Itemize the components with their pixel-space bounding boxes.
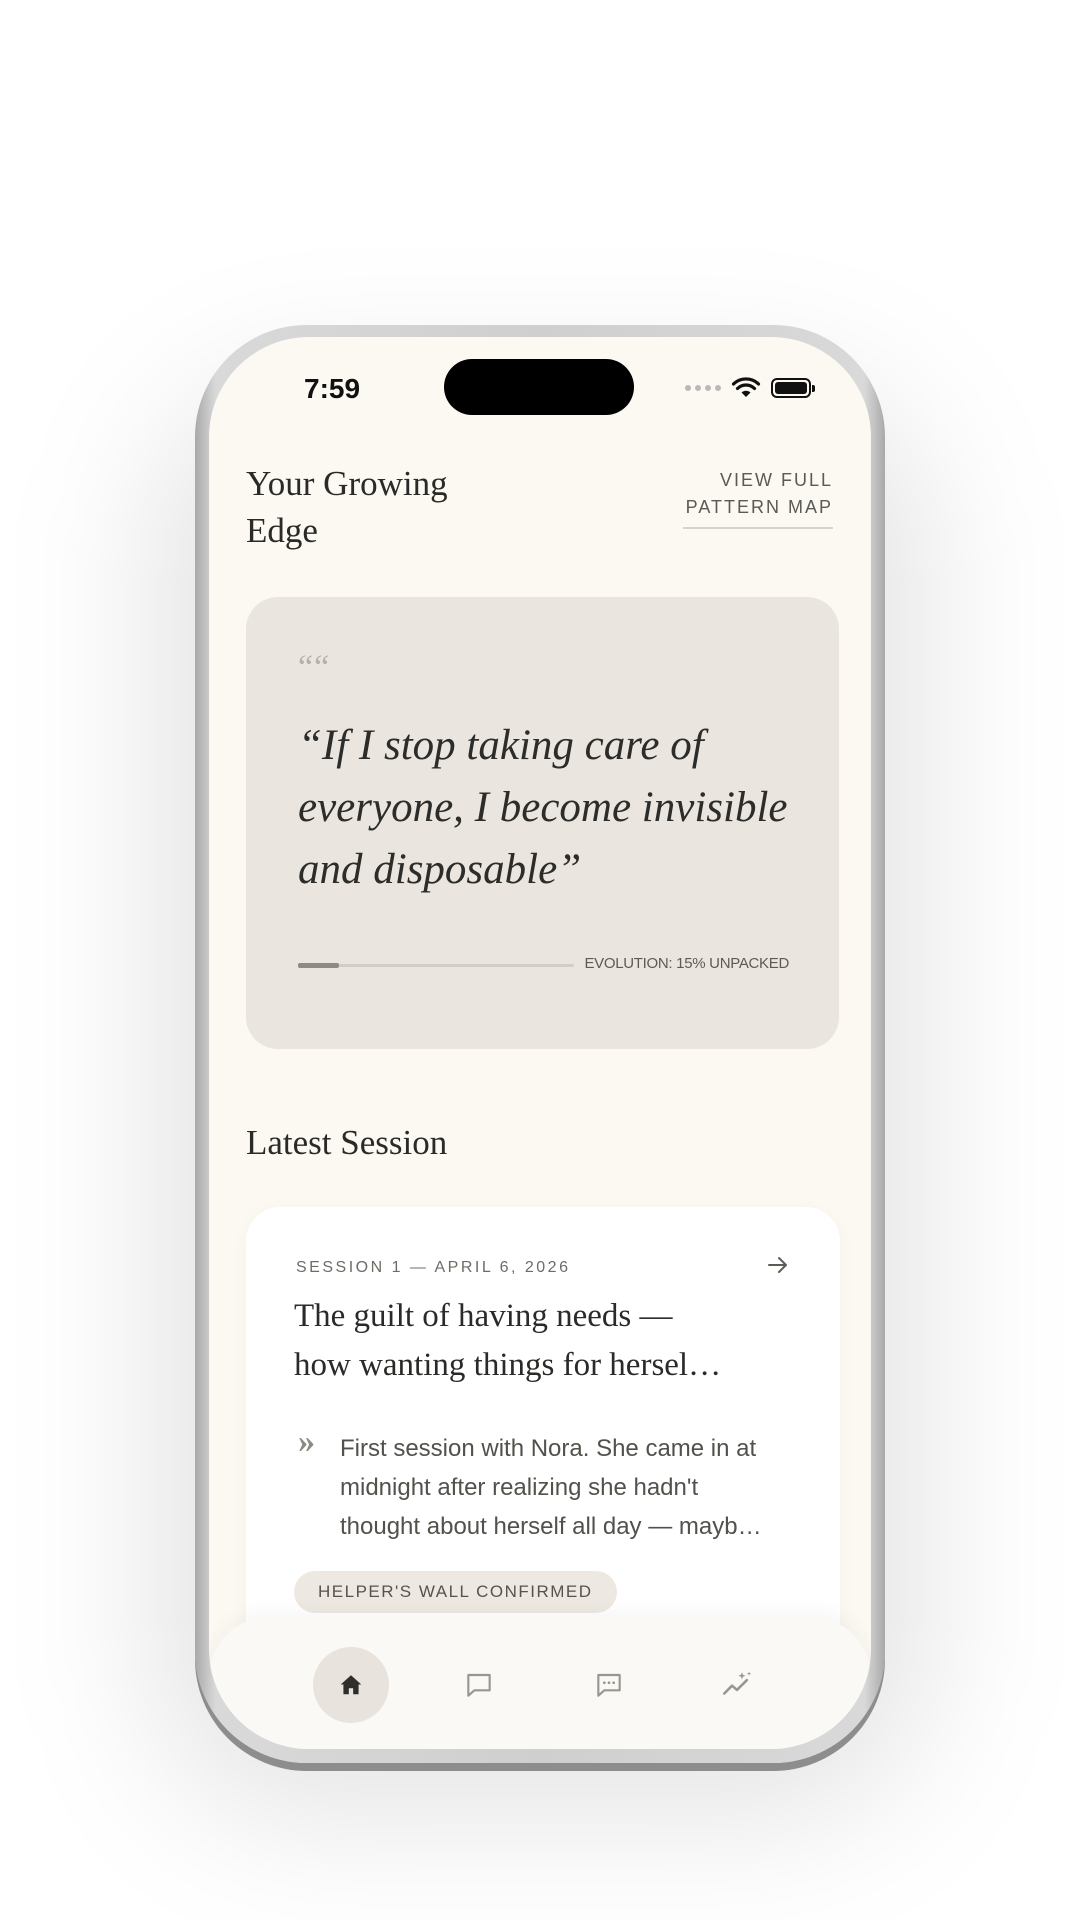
summary-quote-icon: »	[298, 1423, 315, 1460]
dynamic-island	[444, 359, 634, 415]
session-title-line: how wanting things for hersel…	[294, 1347, 722, 1383]
session-card[interactable]: SESSION 1 — APRIL 6, 2026 The guilt of h…	[246, 1207, 840, 1667]
chat-bubble-icon	[467, 1673, 491, 1697]
nav-home-button[interactable]	[313, 1647, 389, 1723]
wifi-icon	[731, 377, 761, 397]
view-pattern-map-link[interactable]: VIEW FULL PATTERN MAP	[683, 467, 833, 529]
latest-session-title: Latest Session	[246, 1123, 448, 1162]
evolution-progress-bar	[298, 963, 574, 968]
nav-insights-button[interactable]	[699, 1647, 775, 1723]
insights-icon	[722, 1671, 752, 1695]
messages-icon	[597, 1673, 621, 1697]
session-summary-line: midnight after realizing she hadn't	[340, 1474, 699, 1501]
status-time: 7:59	[304, 373, 361, 404]
session-meta: SESSION 1 — APRIL 6, 2026	[296, 1259, 571, 1276]
core-belief-card[interactable]: ““ “If I stop taking care of everyone, I…	[246, 597, 839, 1049]
session-summary-line: First session with Nora. She came in at	[340, 1435, 757, 1462]
status-icons	[685, 377, 815, 399]
bottom-navigation	[209, 1617, 871, 1749]
evolution-label: EVOLUTION: 15% UNPACKED	[584, 955, 789, 972]
status-bar: 7:59	[209, 337, 871, 427]
session-title: The guilt of having needs — how wanting …	[294, 1292, 804, 1390]
growing-edge-title: Your Growing Edge	[246, 464, 448, 550]
app-screen: 7:59 Your Growing Edge VIEW FULL PATTERN…	[209, 337, 871, 1749]
session-summary: First session with Nora. She came in at …	[340, 1429, 810, 1546]
core-belief-quote: “If I stop taking care of everyone, I be…	[298, 722, 788, 893]
cellular-signal-icon	[685, 385, 721, 391]
home-icon	[340, 1675, 362, 1695]
session-tag-badge: HELPER'S WALL CONFIRMED	[294, 1571, 617, 1613]
nav-chat-button[interactable]	[441, 1647, 517, 1723]
stage: 7:59 Your Growing Edge VIEW FULL PATTERN…	[0, 0, 1080, 1920]
battery-icon	[771, 378, 815, 398]
evolution-progress-fill	[298, 963, 340, 968]
session-title-line: The guilt of having needs —	[294, 1298, 673, 1334]
nav-messages-button[interactable]	[571, 1647, 647, 1723]
session-summary-line: thought about herself all day — mayb…	[340, 1513, 762, 1540]
quote-mark-icon: ““	[298, 649, 331, 686]
arrow-right-icon[interactable]	[766, 1253, 790, 1277]
